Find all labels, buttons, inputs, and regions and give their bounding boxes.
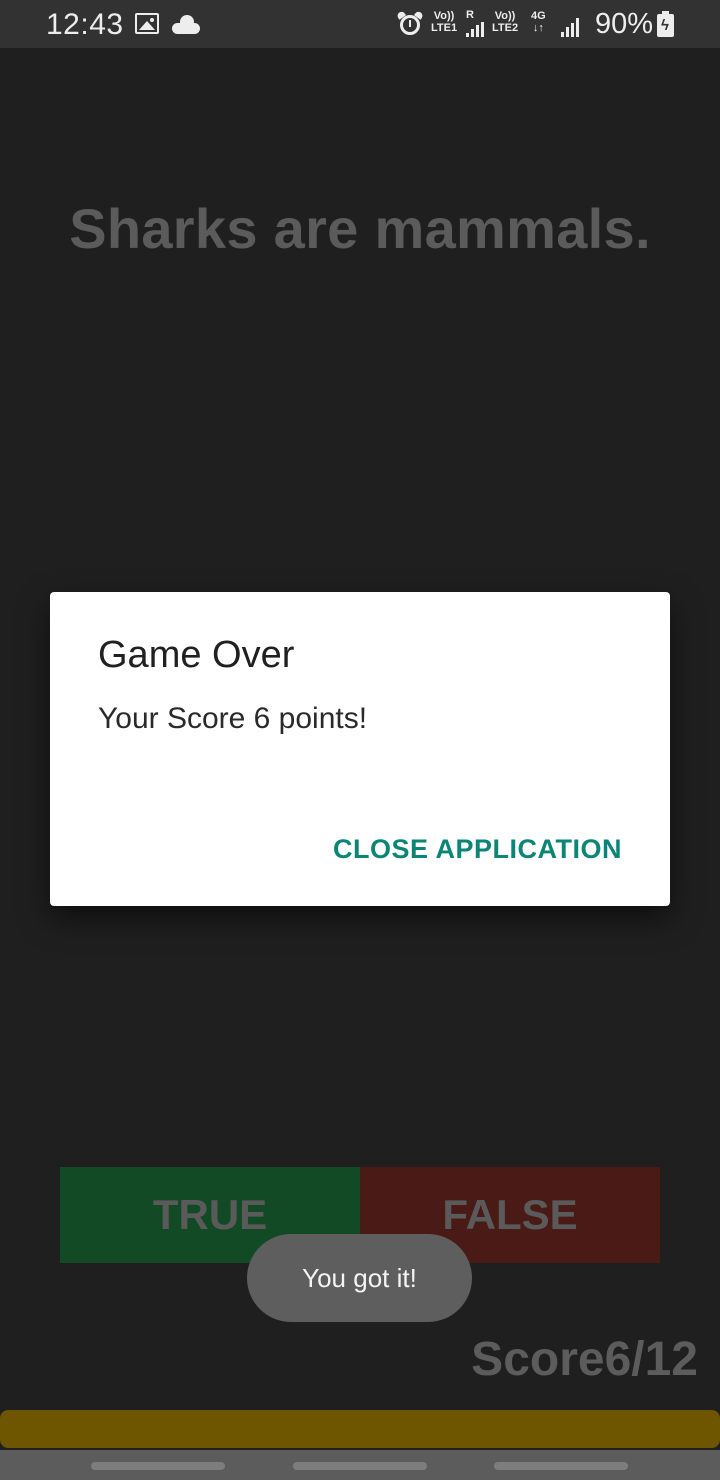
sim2-network: Vo)) LTE2	[492, 10, 518, 34]
toast-message: You got it!	[247, 1234, 472, 1322]
battery-charging-icon: ϟ	[657, 11, 674, 37]
signal-icon	[466, 22, 484, 37]
quiz-screen: 12:43 Vo)) LTE1 R Vo)) LTE2 4G ↓↑ 90% ϟ	[0, 0, 720, 1480]
score-label: Score6/12	[471, 1333, 698, 1386]
question-text: Sharks are mammals.	[69, 197, 651, 260]
gallery-icon	[135, 13, 159, 34]
nav-back-button[interactable]	[494, 1462, 628, 1470]
data-type-label: 4G	[531, 10, 546, 22]
navigation-bar	[0, 1450, 720, 1480]
quiz-progress-fill	[0, 1410, 720, 1448]
sim2-volte: Vo))	[494, 10, 516, 22]
sim1-network: Vo)) LTE1	[431, 10, 457, 34]
roaming-indicator: R	[466, 9, 474, 21]
alarm-icon	[396, 10, 424, 38]
close-application-button[interactable]: CLOSE APPLICATION	[333, 834, 622, 865]
sim1-lte: LTE1	[431, 22, 458, 34]
quiz-progress-bar	[0, 1410, 720, 1448]
sim2-lte: LTE2	[492, 22, 519, 34]
dialog-message: Your Score 6 points!	[98, 702, 368, 735]
status-bar: 12:43 Vo)) LTE1 R Vo)) LTE2 4G ↓↑ 90% ϟ	[0, 0, 720, 48]
dialog-title: Game Over	[98, 634, 295, 676]
nav-home-button[interactable]	[293, 1462, 427, 1470]
sim1-volte: Vo))	[433, 10, 455, 22]
data-type: 4G ↓↑	[531, 10, 546, 34]
cloud-icon	[172, 12, 200, 34]
nav-recents-button[interactable]	[91, 1462, 225, 1470]
battery-percent: 90%	[595, 8, 654, 40]
status-time: 12:43	[46, 8, 124, 41]
game-over-dialog: Game Over Your Score 6 points! CLOSE APP…	[50, 592, 670, 906]
signal-icon	[561, 18, 579, 37]
data-activity-icon: ↓↑	[532, 22, 544, 34]
